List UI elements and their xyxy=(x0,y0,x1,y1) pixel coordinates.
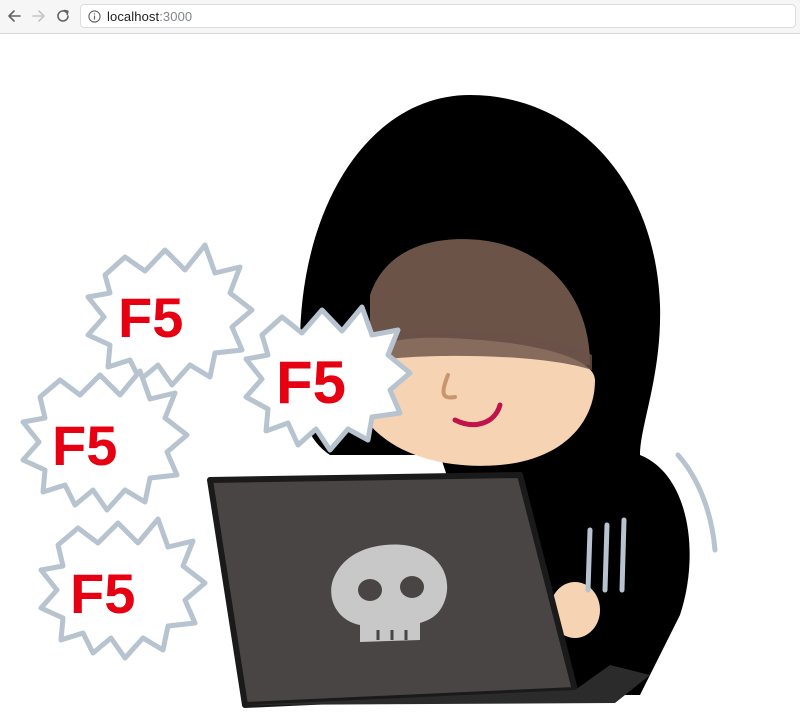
reload-icon xyxy=(57,9,69,22)
info-icon[interactable] xyxy=(87,9,101,23)
back-button[interactable] xyxy=(2,4,26,28)
page-content: F5 F5 F5 F5 xyxy=(0,35,800,724)
url-port: :3000 xyxy=(159,8,193,24)
reload-button[interactable] xyxy=(51,4,75,28)
f5-label-4: F5 xyxy=(70,562,135,625)
arrow-right-icon xyxy=(32,10,45,22)
speech-bubble-3: F5 xyxy=(20,368,190,513)
hacker-illustration: F5 F5 F5 F5 xyxy=(20,95,718,708)
f5-label-2: F5 xyxy=(276,349,346,416)
f5-label-3: F5 xyxy=(52,414,117,477)
url-host: localhost xyxy=(107,8,160,24)
forward-button[interactable] xyxy=(27,4,51,28)
speech-bubble-1: F5 xyxy=(85,242,255,388)
f5-label-1: F5 xyxy=(118,286,183,349)
url-text[interactable]: localhost:3000 xyxy=(107,9,192,24)
arrow-left-icon xyxy=(8,10,21,22)
address-bar[interactable]: localhost:3000 xyxy=(80,4,796,28)
speech-bubble-4: F5 xyxy=(38,516,208,661)
browser-toolbar: localhost:3000 xyxy=(0,0,800,34)
